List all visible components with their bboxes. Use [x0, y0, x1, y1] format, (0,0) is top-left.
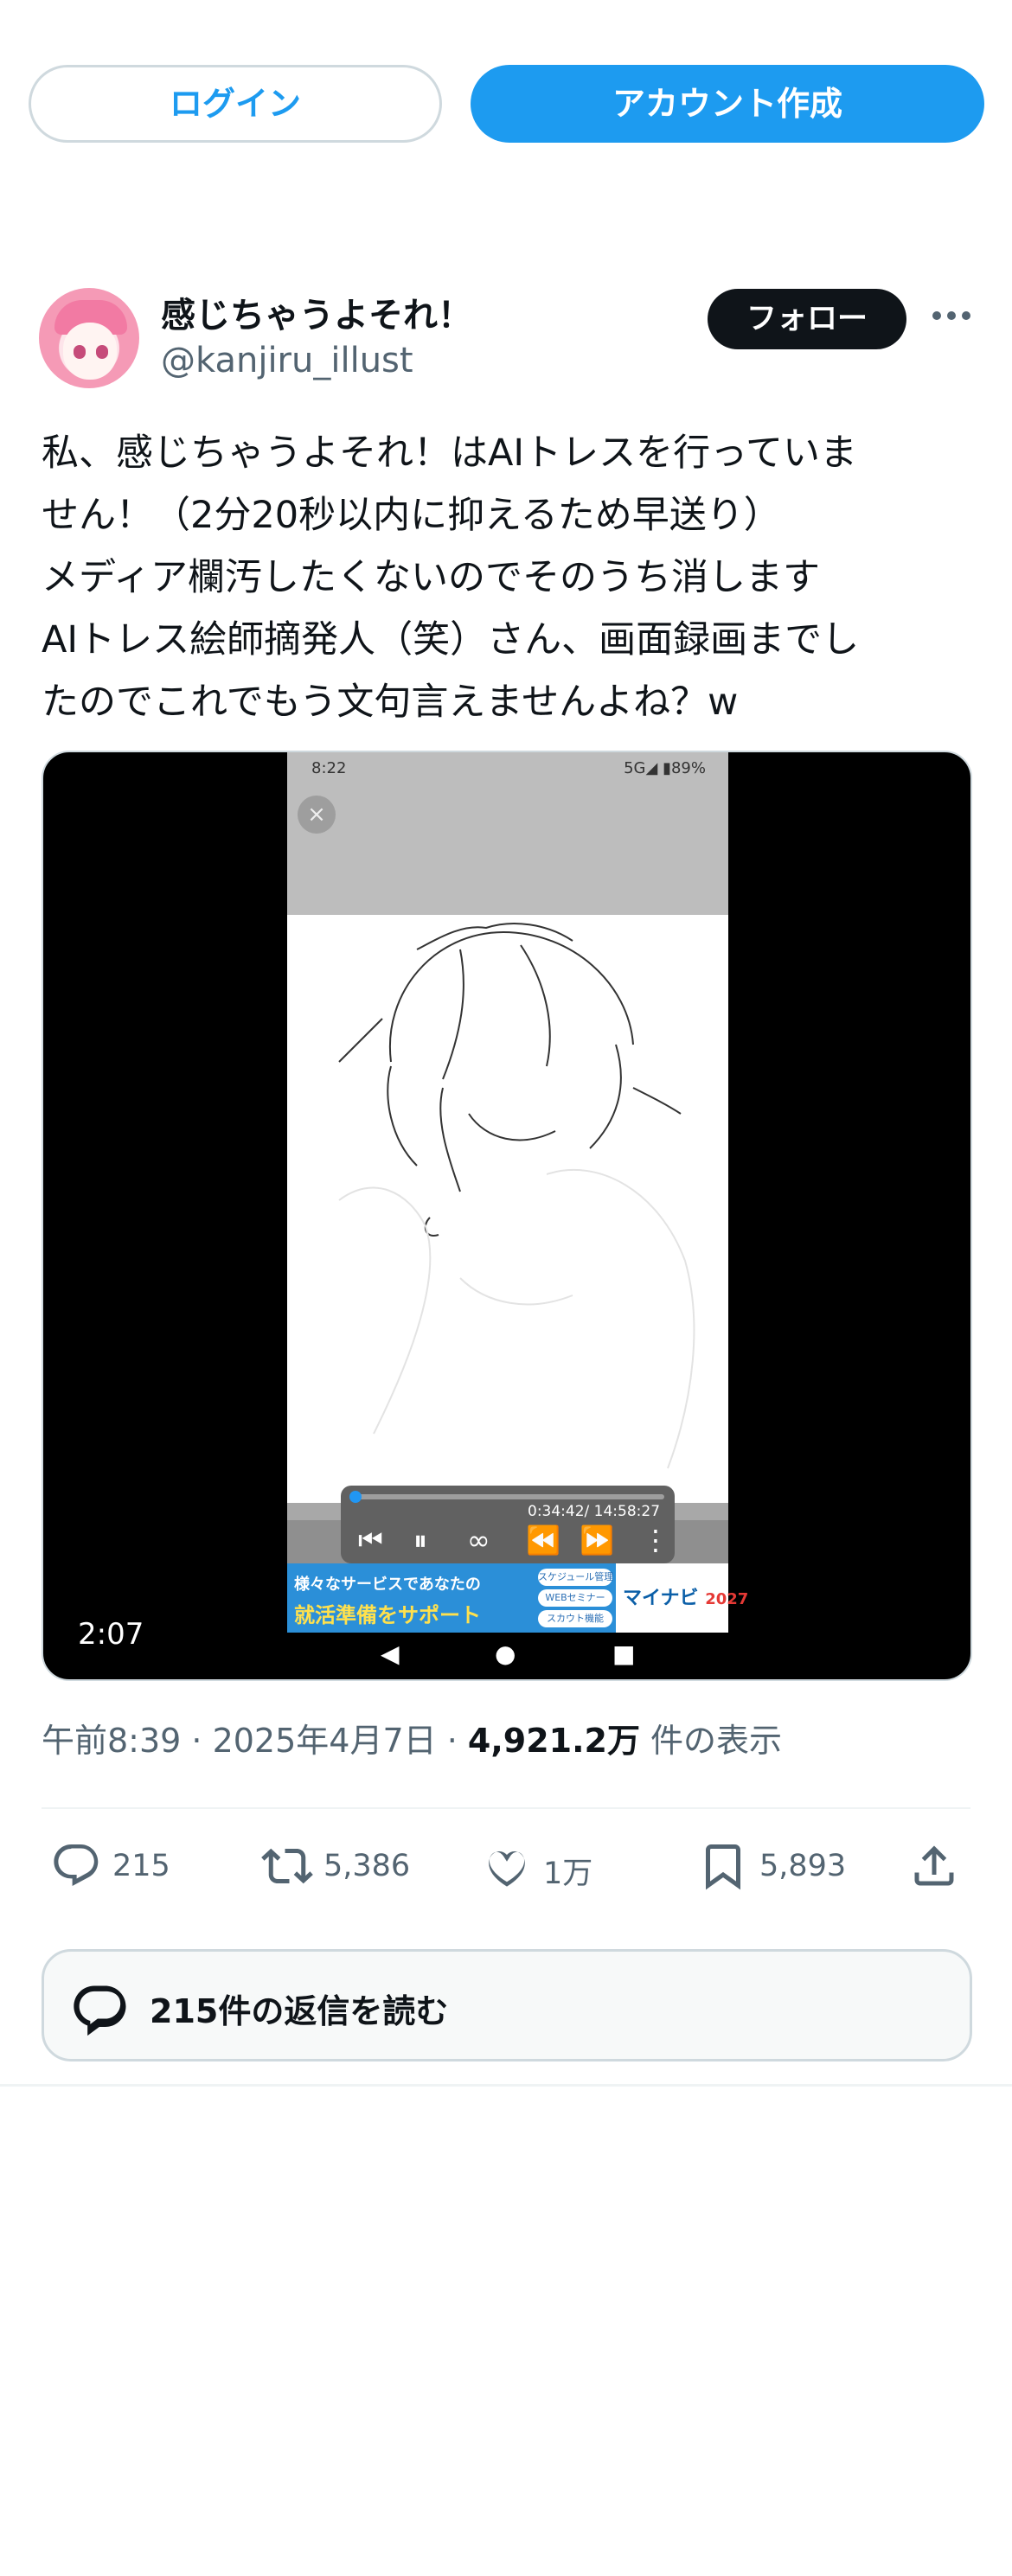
ad-pill: WEBセミナー [538, 1589, 612, 1607]
home-icon: ● [495, 1640, 516, 1668]
tweet-video[interactable]: 8:22 5G◢ ▮89% × 0:34:42/ 14:58:27 ⏮ ⏸ ∞ … [42, 751, 972, 1681]
menu-dots-icon: ⋮ [642, 1524, 669, 1556]
reply-count: 215 [112, 1849, 170, 1883]
screen-recording: 8:22 5G◢ ▮89% × 0:34:42/ 14:58:27 ⏮ ⏸ ∞ … [287, 752, 748, 1679]
phone-clock: 8:22 [311, 759, 347, 777]
phone-status-right: 5G◢ ▮89% [624, 759, 706, 777]
player-time: 0:34:42/ 14:58:27 [528, 1503, 661, 1520]
like-count: 1万 [543, 1857, 593, 1891]
more-icon[interactable] [932, 308, 970, 325]
ad-brand: マイナビ 2027 [623, 1582, 748, 1610]
player-progress-track [351, 1494, 664, 1499]
login-button[interactable]: ログイン [29, 65, 442, 143]
android-nav-bar: ◀ ● ■ [287, 1633, 728, 1679]
bottom-divider [0, 2084, 1012, 2087]
ad-brand-name: マイナビ [623, 1588, 699, 1609]
ad-banner: 様々なサービスであなたの 就活準備をサポート スケジュール管理 WEBセミナー … [287, 1563, 748, 1633]
recents-icon: ■ [612, 1640, 636, 1668]
bookmark-count: 5,893 [759, 1849, 847, 1883]
read-replies-button[interactable]: 215件の返信を読む [42, 1949, 972, 2061]
avatar-face [63, 323, 117, 380]
back-icon: ◀ [381, 1640, 400, 1668]
bookmark-icon [706, 1844, 740, 1890]
player-buttons: ⏮ ⏸ ∞ ⏪ ⏩ ⋮ [353, 1524, 669, 1558]
fast-forward-icon: ⏩ [580, 1524, 614, 1556]
ad-line-1: 様々なサービスであなたの [294, 1576, 481, 1594]
share-button[interactable] [908, 1840, 960, 1895]
avatar[interactable] [39, 288, 139, 388]
pause-icon: ⏸ [413, 1524, 428, 1556]
share-icon [914, 1845, 954, 1886]
player-progress-knob [349, 1491, 362, 1503]
views-count: 4,921.2万 [467, 1722, 640, 1760]
reply-icon [54, 1844, 99, 1886]
read-replies-label: 215件の返信を読む [150, 1992, 449, 2030]
ad-pill: スカウト機能 [538, 1610, 612, 1627]
line-art-drawing [338, 923, 695, 1469]
tweet-meta: 午前8:39 · 2025年4月7日 · 4,921.2万 件の表示 [42, 1714, 782, 1761]
ad-left: 様々なサービスであなたの 就活準備をサポート スケジュール管理 WEBセミナー … [287, 1563, 616, 1633]
user-handle[interactable]: @kanjiru_illust [161, 341, 413, 380]
tweet-text: 私、感じちゃうよそれ！はAIトレスを行っていま せん！（2分20秒以内に抑えるた… [42, 431, 860, 724]
video-duration: 2:07 [78, 1617, 144, 1652]
retweet-icon [261, 1848, 313, 1884]
display-name[interactable]: 感じちゃうよそれ！ [161, 287, 472, 337]
avatar-eye-right [96, 345, 108, 359]
replies-bubble-icon [74, 1985, 126, 2036]
app-toolbar-area [287, 783, 728, 915]
tweet-timestamp[interactable]: 午前8:39 · 2025年4月7日 · [42, 1722, 468, 1760]
phone-status-bar: 8:22 5G◢ ▮89% [287, 752, 728, 783]
create-account-button[interactable]: アカウント作成 [471, 65, 984, 143]
ad-pills: スケジュール管理 WEBセミナー スカウト機能 [538, 1569, 613, 1631]
avatar-eye-left [74, 345, 86, 359]
like-icon [489, 1851, 525, 1887]
top-bar: ログイン アカウント作成 [0, 0, 1012, 199]
retweet-count: 5,386 [323, 1849, 411, 1883]
skip-back-icon: ⏮ [358, 1524, 383, 1556]
drawing-canvas [287, 915, 728, 1520]
divider [42, 1807, 970, 1809]
close-icon: × [298, 796, 336, 834]
ad-brand-year: 2027 [705, 1590, 749, 1608]
rewind-icon: ⏪ [526, 1524, 560, 1556]
recording-player-controls: 0:34:42/ 14:58:27 ⏮ ⏸ ∞ ⏪ ⏩ ⋮ [341, 1486, 675, 1563]
loop-icon: ∞ [467, 1524, 490, 1556]
follow-button[interactable]: フォロー [708, 289, 906, 349]
ad-pill: スケジュール管理 [538, 1569, 613, 1586]
views-label: 件の表示 [639, 1722, 783, 1760]
ad-line-2: 就活準備をサポート [294, 1603, 481, 1627]
